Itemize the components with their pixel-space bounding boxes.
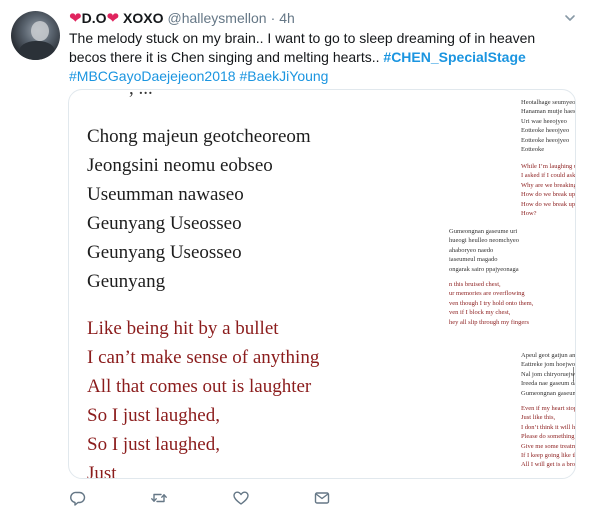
cut-off-line: , ... [129,90,153,100]
lyric-block-line: Hanaman mutje haesseo [521,108,576,116]
avatar[interactable] [11,11,60,60]
lyric-block-line: hey all slip through my fingers [449,318,529,326]
user-handle[interactable]: @halleysmellon [168,10,267,26]
envelope-icon[interactable] [313,489,331,507]
lyric-block: Even if my heart stops, Just like this, I … [521,404,576,470]
lyric-block-line: Eattreke jom hoejwo [521,361,576,369]
lyric-block: Gumeongnan gaseume uri hueogi heulleo neo… [449,227,519,274]
lyric-block-line: ahaboryeo naedo [449,246,494,254]
lyric-line: Geunyang Useosseo [87,213,242,234]
lyric-line: Useumman nawaseo [87,184,244,205]
lyric-line: Chong majeun geotcheoreom [87,126,311,147]
lyric-block-line: hueogi heulleo neomchyeo [449,237,520,245]
lyric-block-line: Gumeongnan gaseume uri [449,228,518,235]
like-heart-icon[interactable] [232,489,250,507]
tweet[interactable]: ❤ D.O ❤ XOXO @halleysmellon · 4h The mel… [0,0,589,520]
lyric-line: Geunyang [87,271,166,292]
display-name[interactable]: D.O [82,10,107,26]
tweet-image[interactable]: , ... Chong majeun geotcheoreom Jeongsin… [68,89,576,479]
red-heart-icon: ❤ [106,9,120,27]
lyric-block: n this bruised chest, ur memories are ove… [449,280,533,327]
lyric-line-translation: So I just laughed, [87,405,220,426]
lyric-block-line: Even if my heart stops, [521,405,576,412]
lyric-line-translation: I can’t make sense of anything [87,347,320,368]
retweet-icon[interactable] [150,489,168,507]
lyric-block-line: How do we break up? [521,200,576,208]
hashtag-link[interactable]: #BaekJiYoung [239,68,328,84]
lyric-block: While I’m laughing until I collapse I ask… [521,162,576,218]
lyric-block-line: Eotteoke heeojyeo [521,127,570,135]
lyric-block-line: n this bruised chest, [449,281,501,288]
lyric-line: Jeongsini neomu eobseo [87,155,273,176]
hashtag-link[interactable]: #CHEN_SpecialStage [383,49,525,65]
lyric-block-line: Please do something [521,433,575,441]
lyric-block-line: Just like this, [521,414,556,422]
lyric-line-translation: So I just laughed, [87,434,220,455]
tweet-actions [69,489,369,509]
hashtag-link[interactable]: #MBCGayoDaejejeon2018 [69,68,236,84]
tweet-header: ❤ D.O ❤ XOXO @halleysmellon · 4h [69,9,295,27]
lyric-block-line: Give me some treatment [521,442,575,450]
lyric-block: Apeul geot gatjun anha Eattreke jom hoejw… [521,351,576,398]
lyrics-right-panel: Heotalhage seumyeo Hanaman mutje haesseoU… [449,90,576,478]
lyric-block-line: ven though I try hold onto them, [449,299,534,307]
lyric-block-line: How do we break up? [521,191,576,199]
lyric-block-line: I asked if I could ask one thing [521,172,576,180]
lyric-block-line: Why are we breaking up? [521,181,576,189]
lyric-block-line: If I keep going like this, [521,452,575,460]
avatar-body [19,41,55,60]
lyric-block-line: ur memories are overflowing [449,290,525,298]
lyric-line-translation: All that comes out is laughter [87,376,312,397]
lyric-block-line: All I will get is a broken heart [521,461,576,469]
lyric-block-line: Uri wae heeojyeo [521,117,567,125]
lyric-block-line: How? [521,210,537,218]
lyric-block-line: Apeul geot gatjun anha [521,352,576,359]
tweet-text: The melody stuck on my brain.. I want to… [69,29,574,86]
lyric-block-line: ven if I block my chest, [449,309,511,317]
lyric-block-line: I don’t think it will hurt, [521,423,576,431]
lyric-block-line: Gumeongnan gaseumi [521,389,576,397]
reply-icon[interactable] [69,489,87,507]
lyric-line-translation: Just [87,463,117,479]
lyrics-left-panel: , ... Chong majeun geotcheoreom Jeongsin… [69,90,449,478]
lyric-line: Geunyang Useosseo [87,242,242,263]
red-heart-icon: ❤ [69,9,82,27]
timestamp[interactable]: 4h [279,10,295,26]
separator-dot: · [270,10,276,26]
chevron-down-icon[interactable] [563,11,577,25]
lyric-block: Heotalhage seumyeo Hanaman mutje haesseoU… [521,98,576,154]
avatar-face [31,21,49,41]
lyric-block-line: ongarak sairo ppajyeonaga [449,265,519,273]
lyric-block-line: Heotalhage seumyeo [521,99,576,106]
display-name-suffix[interactable]: XOXO [123,10,163,26]
lyric-block-line: Ireeda nae gaseum da manggajyeo [521,380,575,388]
lyric-block-line: While I’m laughing until I collapse [521,163,575,170]
lyric-block-line: Eotteoke heeojyeo [521,136,570,144]
lyric-block-line: Eotteoke [521,146,545,154]
lyric-block-line: Nal jom chiryoruejwo [521,370,576,378]
lyric-line-translation: Like being hit by a bullet [87,318,279,339]
lyric-block-line: iaseumeul magado [449,256,498,264]
